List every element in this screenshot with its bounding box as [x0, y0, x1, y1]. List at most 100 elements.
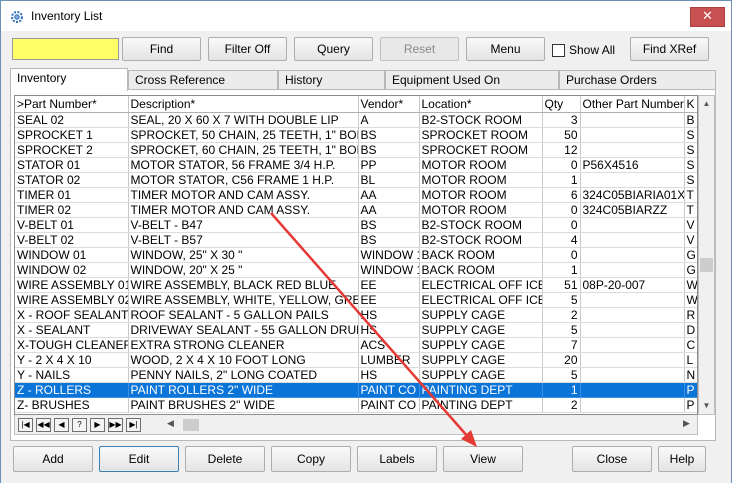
table-cell[interactable]: MOTOR ROOM [419, 172, 543, 188]
table-row[interactable]: SEAL 02 SEAL, 20 X 60 X 7 WITH DOUBLE LIP… [15, 112, 697, 128]
table-cell[interactable]: B2-STOCK ROOM [419, 112, 543, 128]
table-cell[interactable] [580, 397, 685, 413]
find-button[interactable]: Find [122, 37, 201, 61]
table-cell[interactable]: ACS [358, 337, 420, 353]
table-cell[interactable]: 5 [542, 292, 581, 308]
table-cell[interactable] [580, 367, 685, 383]
table-cell[interactable]: PP [358, 157, 420, 173]
table-cell[interactable]: G [684, 247, 697, 263]
table-cell[interactable]: BS [358, 232, 420, 248]
table-cell[interactable] [580, 382, 685, 398]
table-cell[interactable]: 1 [542, 262, 581, 278]
table-cell[interactable]: V-BELT - B57 [128, 232, 359, 248]
table-cell[interactable]: WIRE ASSEMBLY, WHITE, YELLOW, GREEN [128, 292, 359, 308]
table-row[interactable]: Z - ROLLERS PAINT ROLLERS 2" WIDE PAINT CO… [15, 382, 697, 398]
table-cell[interactable]: 0 [542, 157, 581, 173]
table-cell[interactable]: WOOD, 2 X 4 X 10 FOOT LONG [128, 352, 359, 368]
menu-button[interactable]: Menu [466, 37, 545, 61]
table-cell[interactable] [580, 217, 685, 233]
window-close-button[interactable]: ✕ [690, 7, 725, 27]
table-cell[interactable]: SPROCKET 2 [15, 142, 129, 158]
table-cell[interactable]: SPROCKET, 60 CHAIN, 25 TEETH, 1" BORE [128, 142, 359, 158]
table-cell[interactable]: WIRE ASSEMBLY, BLACK RED BLUE [128, 277, 359, 293]
table-cell[interactable]: A [358, 112, 420, 128]
scroll-up-icon[interactable]: ▲ [699, 96, 714, 112]
table-cell[interactable]: R [684, 307, 697, 323]
table-cell[interactable]: 1 [542, 382, 581, 398]
table-cell[interactable]: 2 [542, 397, 581, 413]
table-cell[interactable]: SUPPLY CAGE [419, 352, 543, 368]
table-cell[interactable]: BS [358, 217, 420, 233]
table-cell[interactable]: WIRE ASSEMBLY 02 [15, 292, 129, 308]
column-header[interactable]: >Part Number* [15, 96, 129, 113]
table-cell[interactable]: 0 [542, 202, 581, 218]
table-cell[interactable]: EE [358, 277, 420, 293]
table-cell[interactable]: 0 [542, 247, 581, 263]
table-cell[interactable]: WIRE ASSEMBLY 01 [15, 277, 129, 293]
table-cell[interactable]: D [684, 322, 697, 338]
table-cell[interactable] [580, 337, 685, 353]
table-cell[interactable]: 4 [542, 232, 581, 248]
query-button[interactable]: Query [294, 37, 373, 61]
table-cell[interactable] [580, 172, 685, 188]
table-cell[interactable]: TIMER 02 [15, 202, 129, 218]
table-cell[interactable]: Z - ROLLERS [15, 382, 129, 398]
table-cell[interactable]: AA [358, 202, 420, 218]
table-cell[interactable]: T [684, 202, 697, 218]
table-cell[interactable]: MOTOR STATOR, C56 FRAME 1 H.P. [128, 172, 359, 188]
table-cell[interactable]: Y - NAILS [15, 367, 129, 383]
show-all-checkbox-box[interactable] [552, 43, 565, 57]
table-cell[interactable]: PAINT CO [358, 382, 420, 398]
column-header[interactable]: K [684, 96, 697, 113]
horizontal-scroll-thumb[interactable] [183, 419, 199, 431]
filter-off-button[interactable]: Filter Off [208, 37, 287, 61]
show-all-checkbox[interactable]: Show All [552, 41, 615, 59]
table-cell[interactable]: EE [358, 292, 420, 308]
table-cell[interactable]: WINDOW 1 [358, 247, 420, 263]
table-row[interactable]: Y - NAILS PENNY NAILS, 2" LONG COATED HS SU… [15, 367, 697, 383]
table-cell[interactable]: S [684, 127, 697, 143]
table-cell[interactable] [580, 262, 685, 278]
table-cell[interactable]: AA [358, 187, 420, 203]
table-cell[interactable]: EXTRA STRONG CLEANER [128, 337, 359, 353]
table-row[interactable]: Y - 2 X 4 X 10 WOOD, 2 X 4 X 10 FOOT LONG… [15, 352, 697, 368]
table-cell[interactable]: 51 [542, 277, 581, 293]
tab-equipment-used-on[interactable]: Equipment Used On [385, 70, 559, 90]
table-cell[interactable]: PAINT BRUSHES 2" WIDE [128, 397, 359, 413]
table-cell[interactable]: SEAL, 20 X 60 X 7 WITH DOUBLE LIP [128, 112, 359, 128]
table-row[interactable]: X-TOUGH CLEANER EXTRA STRONG CLEANER ACS SU… [15, 337, 697, 353]
table-cell[interactable]: S [684, 142, 697, 158]
table-cell[interactable]: Y - 2 X 4 X 10 [15, 352, 129, 368]
scroll-right-icon[interactable]: ▶ [683, 418, 690, 429]
column-header[interactable]: Vendor* [358, 96, 420, 113]
table-cell[interactable]: PENNY NAILS, 2" LONG COATED [128, 367, 359, 383]
tab-cross-reference[interactable]: Cross Reference [128, 70, 278, 90]
table-cell[interactable]: P [684, 397, 697, 413]
view-button[interactable]: View [443, 446, 523, 472]
table-cell[interactable]: V-BELT 01 [15, 217, 129, 233]
table-cell[interactable]: STATOR 01 [15, 157, 129, 173]
table-cell[interactable]: MOTOR ROOM [419, 157, 543, 173]
table-cell[interactable]: BACK ROOM [419, 247, 543, 263]
table-row[interactable]: TIMER 01 TIMER MOTOR AND CAM ASSY. AA MOTOR… [15, 187, 697, 203]
table-cell[interactable]: WINDOW 1 [358, 262, 420, 278]
table-cell[interactable] [580, 142, 685, 158]
table-cell[interactable]: 50 [542, 127, 581, 143]
table-cell[interactable]: SPROCKET ROOM [419, 142, 543, 158]
tab-inventory[interactable]: Inventory [10, 68, 128, 91]
table-row[interactable]: Z- BRUSHES PAINT BRUSHES 2" WIDE PAINT CO P… [15, 397, 697, 413]
tab-history[interactable]: History [278, 70, 385, 90]
table-cell[interactable]: 0 [542, 217, 581, 233]
add-button[interactable]: Add [13, 446, 93, 472]
table-row[interactable]: WINDOW 02 WINDOW, 20" X 25 " WINDOW 1 BACK … [15, 262, 697, 278]
table-cell[interactable]: ROOF SEALANT - 5 GALLON PAILS [128, 307, 359, 323]
table-cell[interactable]: 5 [542, 322, 581, 338]
table-cell[interactable]: WINDOW, 20" X 25 " [128, 262, 359, 278]
table-cell[interactable]: SUPPLY CAGE [419, 337, 543, 353]
table-cell[interactable]: SUPPLY CAGE [419, 322, 543, 338]
table-cell[interactable]: PAINT CO [358, 397, 420, 413]
table-cell[interactable]: PAINT ROLLERS 2" WIDE [128, 382, 359, 398]
table-cell[interactable]: X-TOUGH CLEANER [15, 337, 129, 353]
table-cell[interactable]: 6 [542, 187, 581, 203]
table-cell[interactable] [580, 112, 685, 128]
